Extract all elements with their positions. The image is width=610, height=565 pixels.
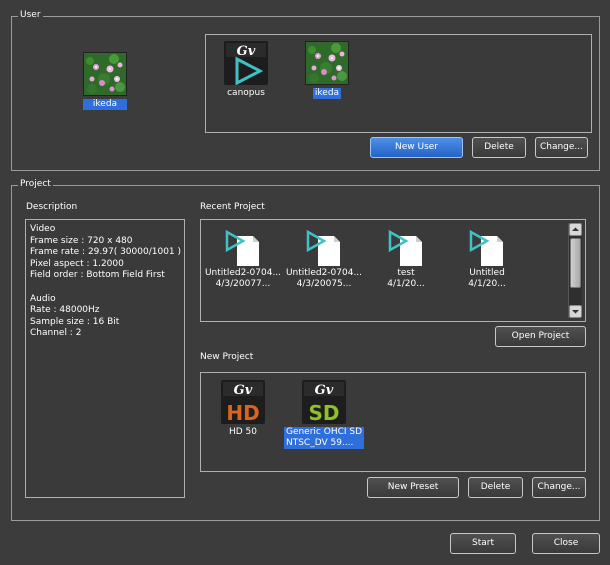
recent-project-scrollbar[interactable] [568,223,582,318]
user-list-panel: Gv canopus ikeda [205,34,592,133]
svg-text:Gv: Gv [315,383,334,398]
recent-project-name: Untitled [469,268,505,278]
user-name: canopus [227,88,265,98]
user-group-legend: User [18,10,43,20]
scroll-down-button[interactable] [569,305,582,318]
project-group-legend: Project [18,179,53,189]
preset-name: Generic OHCI SD [285,427,363,437]
preset-name: HD 50 [228,427,257,437]
user-item-ikeda[interactable]: ikeda [285,41,369,99]
svg-text:Gv: Gv [237,44,256,59]
recent-project-date: 4/3/20077... [215,279,271,289]
description-line: Video [30,224,56,234]
new-preset-button[interactable]: New Preset [367,477,459,498]
flower-avatar-icon [305,41,349,85]
recent-project-item[interactable]: test 4/1/20... [364,228,448,290]
gv-sd-logo-icon: Gv SD [302,380,346,424]
close-button[interactable]: Close [532,533,600,554]
description-line: Pixel aspect : 1.2000 [30,258,124,269]
description-line: Channel : 2 [30,328,82,339]
project-file-icon [469,229,503,266]
recent-project-name: Untitled2-0704... [285,268,363,278]
change-preset-button[interactable]: Change... [532,477,586,498]
arrow-up-icon [572,227,579,231]
preset-selection: Generic OHCI SD NTSC_DV 59.... [283,427,365,449]
start-button[interactable]: Start [450,533,516,554]
scroll-up-button[interactable] [569,223,582,236]
recent-project-item[interactable]: Untitled2-0704... 4/3/20075... [282,228,366,290]
new-project-list: Gv HD HD 50 Gv SD Generic OHCI SD NTSC_D… [200,372,586,472]
open-project-button[interactable]: Open Project [495,326,586,347]
recent-project-title: Recent Project [200,202,265,212]
recent-project-date: 4/1/20... [468,279,506,289]
gv-logo-icon: Gv [224,41,268,85]
gv-hd-logo-icon: Gv HD [221,380,265,424]
current-user[interactable]: ikeda [63,52,147,110]
svg-text:SD: SD [308,401,339,424]
svg-text:HD: HD [226,401,259,424]
project-group: Project Description Video Frame size : 7… [11,179,600,521]
current-user-name: ikeda [83,99,127,110]
recent-project-list: Untitled2-0704... 4/3/20077... Untitled2… [200,219,586,322]
description-panel: Video Frame size : 720 x 480 Frame rate … [25,219,185,498]
project-file-icon [388,229,422,266]
delete-user-button[interactable]: Delete [472,137,526,158]
description-title: Description [26,202,78,212]
project-file-icon [225,229,259,266]
recent-project-item[interactable]: Untitled 4/1/20... [445,228,529,290]
recent-project-name: Untitled2-0704... [204,268,282,278]
recent-project-date: 4/1/20... [387,279,425,289]
user-group: User ikeda Gv canopus ikeda New User Del… [11,10,600,171]
preset-item-sd[interactable]: Gv SD Generic OHCI SD NTSC_DV 59.... [282,380,366,449]
user-item-canopus[interactable]: Gv canopus [204,41,288,99]
recent-project-date: 4/3/20075... [296,279,352,289]
recent-project-name: test [397,268,415,278]
recent-project-item[interactable]: Untitled2-0704... 4/3/20077... [201,228,285,290]
project-file-icon [306,229,340,266]
description-line [30,282,184,294]
description-line: Field order : Bottom Field First [30,270,165,281]
description-line: Audio [30,293,56,304]
description-line: Sample size : 16 Bit [30,316,120,327]
arrow-down-icon [572,310,579,314]
svg-text:Gv: Gv [234,383,253,398]
description-line: Frame rate : 29.97( 30000/1001 ) [30,247,182,258]
flower-avatar-icon [83,52,127,96]
scroll-thumb[interactable] [570,238,581,288]
new-user-button[interactable]: New User [370,137,463,158]
new-project-title: New Project [200,352,254,362]
preset-item-hd[interactable]: Gv HD HD 50 [201,380,285,438]
delete-preset-button[interactable]: Delete [468,477,523,498]
description-line: Rate : 48000Hz [30,305,100,316]
user-name: ikeda [312,88,342,99]
preset-subname: NTSC_DV 59.... [285,438,354,448]
description-line: Frame size : 720 x 480 [30,235,133,246]
change-user-button[interactable]: Change... [535,137,588,158]
